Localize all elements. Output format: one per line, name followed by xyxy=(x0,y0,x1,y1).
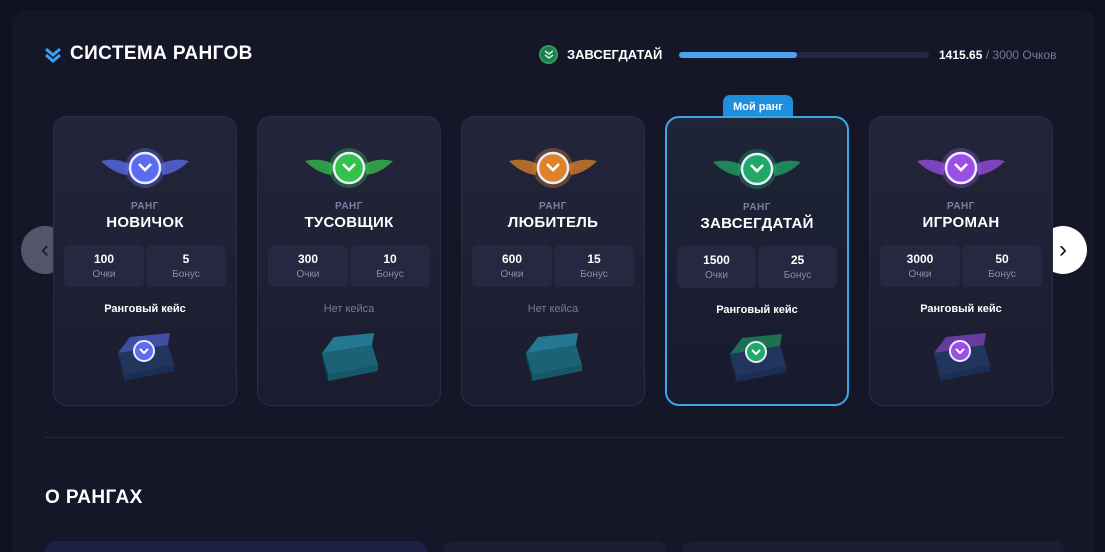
rank-stats: 1500 Очки 25 Бонус xyxy=(677,246,837,288)
rank-case-icon xyxy=(118,333,174,381)
rank-card[interactable]: РАНГ ИГРОМАН 3000 Очки 50 Бонус Ранговый… xyxy=(869,116,1053,406)
rank-points-value: 300 xyxy=(297,252,319,266)
rank-stats: 100 Очки 5 Бонус xyxy=(64,245,226,287)
points-current: 1415.65 xyxy=(939,48,983,62)
rank-bonus-value: 10 xyxy=(383,252,397,266)
rank-points-stat: 300 Очки xyxy=(268,245,348,287)
rank-card[interactable]: РАНГ ЗАВСЕГДАТАЙ 1500 Очки 25 Бонус Ранг… xyxy=(665,116,849,406)
rank-case-icon xyxy=(934,333,990,381)
current-rank-indicator: ЗАВСЕГДАТАЙ xyxy=(539,45,662,64)
rank-name: ЗАВСЕГДАТАЙ xyxy=(700,215,814,232)
rank-points-value: 600 xyxy=(501,252,523,266)
rank-points-label: Очки xyxy=(908,269,932,280)
rank-stats: 300 Очки 10 Бонус xyxy=(268,245,430,287)
page-title: СИСТЕМА РАНГОВ xyxy=(70,43,253,64)
rank-points-stat: 3000 Очки xyxy=(880,245,960,287)
rank-label: РАНГ xyxy=(539,201,567,212)
empty-case-icon xyxy=(526,333,582,381)
rank-bonus-label: Бонус xyxy=(376,269,404,280)
rank-label: РАНГ xyxy=(743,202,771,213)
rank-emblem-icon xyxy=(917,148,1005,188)
rank-bonus-stat: 50 Бонус xyxy=(962,245,1042,287)
rank-bonus-stat: 15 Бонус xyxy=(554,245,634,287)
rank-card[interactable]: РАНГ НОВИЧОК 100 Очки 5 Бонус Ранговый к… xyxy=(53,116,237,406)
rank-emblem-icon xyxy=(509,148,597,188)
rank-label: РАНГ xyxy=(131,201,159,212)
rank-points-value: 3000 xyxy=(906,252,934,266)
rank-points-stat: 1500 Очки xyxy=(677,246,756,288)
about-ranks-title: О РАНГАХ xyxy=(45,487,143,508)
rank-points-value: 1500 xyxy=(703,253,730,267)
rank-points-label: Очки xyxy=(705,270,728,281)
rank-progress-bar xyxy=(679,52,929,58)
rank-bonus-value: 25 xyxy=(790,253,805,267)
chevron-left-icon: ‹ xyxy=(41,236,49,263)
rank-emblem-icon xyxy=(101,148,189,188)
rank-points-label: Очки xyxy=(92,269,116,280)
rank-name: ТУСОВЩИК xyxy=(304,214,394,231)
rank-case-label: Ранговый кейс xyxy=(104,303,186,315)
rank-emblem-icon xyxy=(305,148,393,188)
chevron-right-icon: › xyxy=(1059,236,1067,263)
rank-case-label: Нет кейса xyxy=(323,303,375,315)
rank-points-label: Очки xyxy=(500,269,524,280)
rank-case-label: Ранговый кейс xyxy=(716,304,798,316)
rank-bonus-label: Бонус xyxy=(988,269,1016,280)
about-card-1[interactable] xyxy=(45,541,427,552)
rank-label: РАНГ xyxy=(947,201,975,212)
double-chevron-down-icon xyxy=(45,47,61,63)
rank-bonus-label: Бонус xyxy=(172,269,200,280)
points-total: / 3000 Очков xyxy=(985,48,1057,62)
rank-bonus-stat: 5 Бонус xyxy=(146,245,226,287)
rank-name: ЛЮБИТЕЛЬ xyxy=(507,214,599,231)
rank-bonus-value: 15 xyxy=(587,252,601,266)
rank-case-label: Ранговый кейс xyxy=(920,303,1002,315)
points-readout: 1415.65 / 3000 Очков xyxy=(939,48,1056,62)
rank-name: ИГРОМАН xyxy=(922,214,1000,231)
rank-progress-fill xyxy=(679,52,797,58)
rank-case-label: Нет кейса xyxy=(527,303,579,315)
rank-stats: 3000 Очки 50 Бонус xyxy=(880,245,1042,287)
rank-bonus-value: 5 xyxy=(182,252,190,266)
about-card-2[interactable] xyxy=(443,541,666,552)
rank-badge-icon xyxy=(539,45,558,64)
rank-points-value: 100 xyxy=(93,252,115,266)
rank-points-stat: 100 Очки xyxy=(64,245,144,287)
rank-stats: 600 Очки 15 Бонус xyxy=(472,245,634,287)
rank-bonus-stat: 25 Бонус xyxy=(758,246,837,288)
rank-case-icon xyxy=(730,334,786,382)
rank-points-label: Очки xyxy=(296,269,320,280)
rank-card[interactable]: РАНГ ТУСОВЩИК 300 Очки 10 Бонус Нет кейс… xyxy=(257,116,441,406)
current-rank-name: ЗАВСЕГДАТАЙ xyxy=(567,47,663,62)
section-divider xyxy=(44,437,1064,438)
rank-card[interactable]: РАНГ ЛЮБИТЕЛЬ 600 Очки 15 Бонус Нет кейс… xyxy=(461,116,645,406)
rank-label: РАНГ xyxy=(335,201,363,212)
rank-bonus-stat: 10 Бонус xyxy=(350,245,430,287)
rank-name: НОВИЧОК xyxy=(106,214,184,231)
empty-case-icon xyxy=(322,333,378,381)
rank-bonus-label: Бонус xyxy=(783,270,812,281)
about-card-3[interactable] xyxy=(682,541,1064,552)
rank-emblem-icon xyxy=(713,149,801,189)
rank-bonus-value: 50 xyxy=(995,252,1009,266)
rank-points-stat: 600 Очки xyxy=(472,245,552,287)
rank-bonus-label: Бонус xyxy=(580,269,608,280)
